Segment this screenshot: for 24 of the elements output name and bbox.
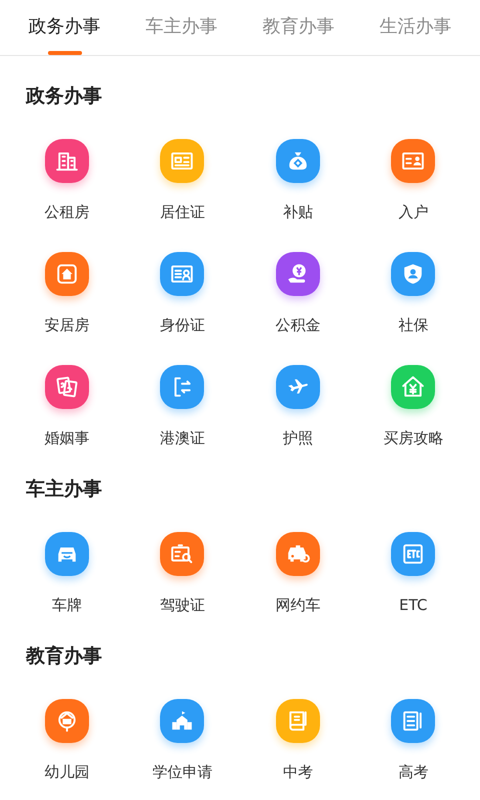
service-label[interactable]: 婚姻事: [44, 427, 90, 449]
service-label[interactable]: 学位申请: [152, 761, 212, 783]
tab[interactable]: 政务办事: [6, 0, 123, 55]
service-label[interactable]: 补贴: [282, 201, 313, 223]
service-label[interactable]: 中考: [282, 761, 313, 783]
service-label[interactable]: 驾驶证: [160, 594, 205, 616]
section-title: 车主办事: [26, 477, 102, 502]
service-label[interactable]: 买房攻略: [383, 427, 444, 449]
service-label[interactable]: 港澳证: [160, 427, 205, 449]
service-label[interactable]: 高考: [398, 761, 428, 783]
service-label[interactable]: 护照: [282, 427, 313, 449]
service-label[interactable]: 网约车: [275, 594, 320, 616]
service-label[interactable]: 公租房: [44, 201, 90, 223]
section-title: 教育办事: [26, 644, 102, 669]
service-label[interactable]: 安居房: [44, 314, 90, 336]
service-label[interactable]: ETC: [399, 594, 428, 616]
service-label[interactable]: 社保: [398, 314, 428, 336]
service-label[interactable]: 身份证: [160, 314, 205, 336]
service-label[interactable]: 居住证: [160, 201, 205, 223]
service-label[interactable]: 入户: [398, 201, 428, 223]
service-label[interactable]: 车牌: [52, 594, 82, 616]
service-label[interactable]: 幼儿园: [44, 761, 90, 783]
service-label[interactable]: 公积金: [275, 314, 320, 336]
section-title: 政务办事: [26, 84, 102, 109]
